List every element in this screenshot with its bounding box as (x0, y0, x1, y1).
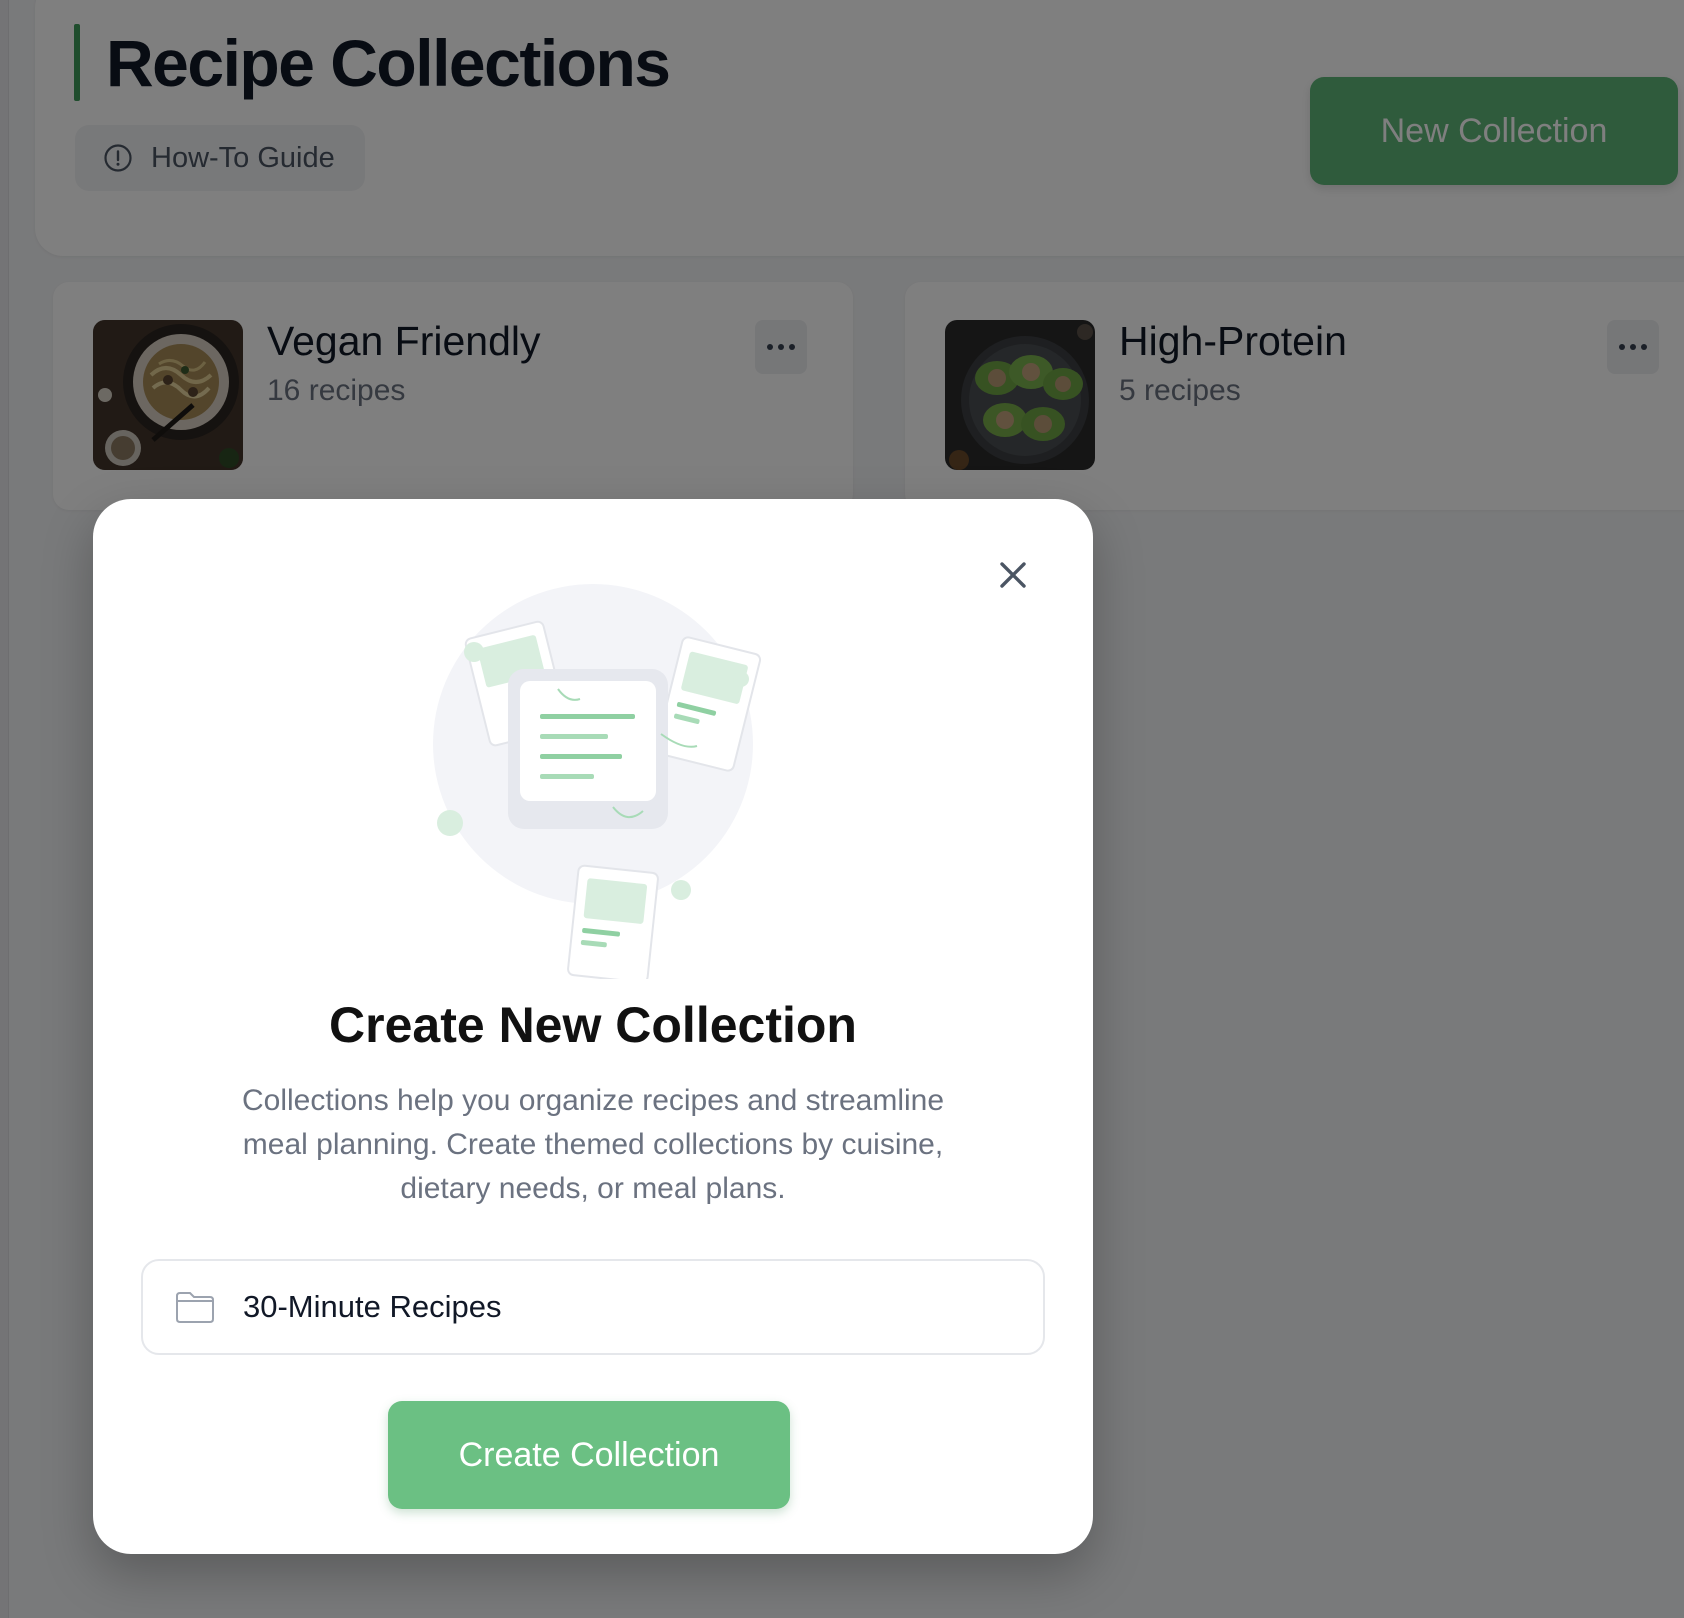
close-icon (1000, 562, 1026, 588)
modal-description: Collections help you organize recipes an… (241, 1084, 945, 1205)
collection-illustration (423, 579, 783, 984)
collection-name-value: 30-Minute Recipes (243, 1289, 502, 1324)
create-collection-modal: Create New Collection Collections help y… (93, 499, 1093, 1554)
folder-icon (176, 1292, 214, 1323)
modal-title: Create New Collection (329, 997, 857, 1053)
create-collection-button[interactable]: Create Collection (388, 1401, 790, 1509)
close-button[interactable] (993, 555, 1033, 595)
collection-name-input[interactable]: 30-Minute Recipes (141, 1259, 1045, 1355)
